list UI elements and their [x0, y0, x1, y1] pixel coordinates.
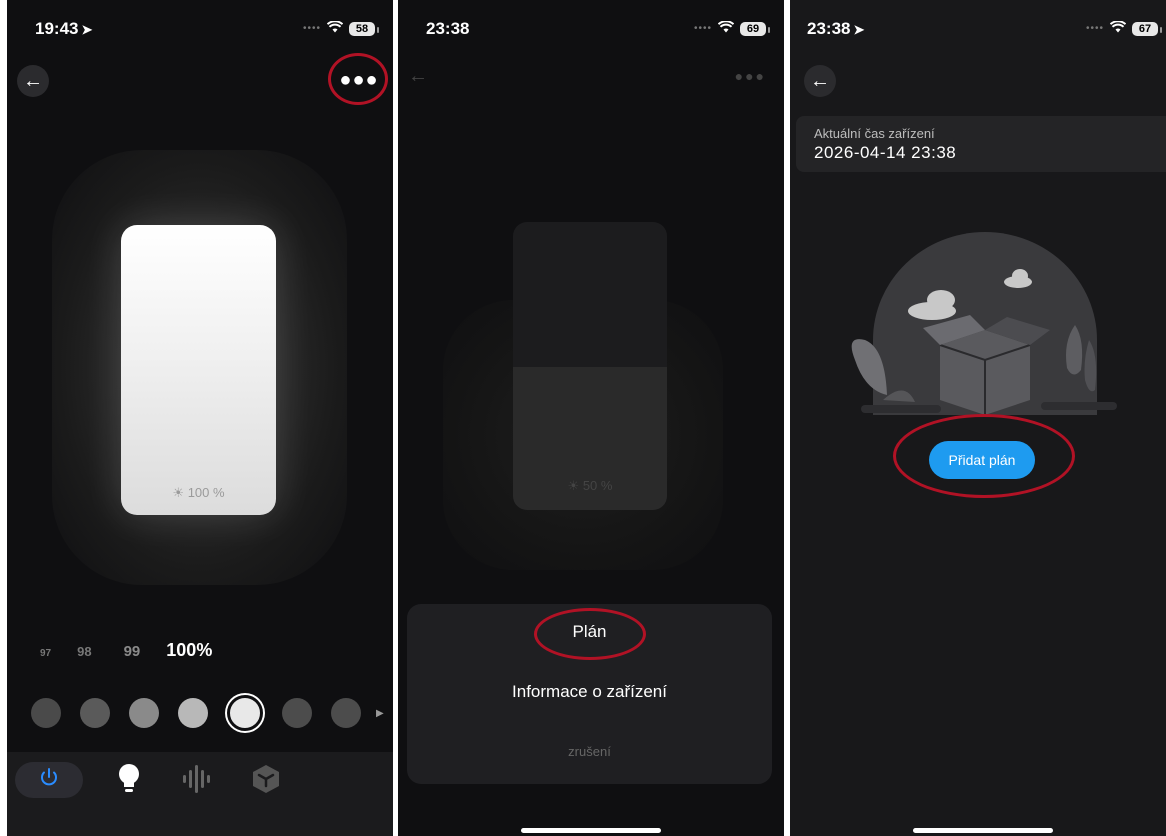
arrow-left-icon: ←: [810, 69, 830, 92]
tab-light[interactable]: [114, 763, 144, 796]
brightness-screen: 19:43 ➤ •••• 58 ← ●●● ☀ 100 % 97 98 99 10…: [7, 0, 393, 836]
wifi-icon: [1109, 20, 1127, 37]
location-icon: ➤: [81, 22, 93, 37]
sun-icon: ☀: [172, 485, 185, 500]
device-time-label: Aktuální čas zařízení: [814, 126, 935, 141]
empty-box-illustration: [851, 232, 1117, 415]
scale-value: 98: [77, 644, 92, 659]
scale-value: 99: [123, 643, 141, 660]
signal-icon: ••••: [1085, 23, 1104, 34]
cube-icon: [252, 764, 280, 799]
wifi-icon: [326, 20, 344, 37]
color-swatch[interactable]: [80, 698, 110, 728]
status-bar: 19:43 ➤ •••• 58: [7, 0, 393, 48]
battery-indicator: 69: [740, 21, 770, 36]
arrow-left-icon: ←: [23, 69, 43, 92]
status-time: 19:43 ➤: [35, 19, 93, 38]
action-sheet: Plán Informace o zařízení zrušení: [407, 604, 772, 784]
more-options-button[interactable]: ●●●: [339, 66, 379, 94]
light-bulb-icon: [117, 763, 141, 800]
cancel-button[interactable]: zrušení: [407, 744, 772, 759]
location-icon: ➤: [853, 22, 865, 37]
status-time: 23:38 ➤: [807, 19, 865, 38]
schedule-screen: 23:38 ➤ •••• 67 ← Aktuální čas zařízení 2…: [790, 0, 1166, 836]
menu-item-device-info[interactable]: Informace o zařízení: [407, 682, 772, 702]
color-swatch[interactable]: [331, 698, 361, 728]
arrow-left-icon: ←: [408, 65, 428, 87]
device-time-value: 2026-04-14 23:38: [814, 143, 957, 162]
chevron-right-icon[interactable]: ▶: [376, 708, 384, 719]
wifi-icon: [717, 20, 735, 37]
brightness-value: ☀ 100 %: [172, 485, 225, 500]
color-swatches: ▶: [31, 695, 384, 731]
tab-music[interactable]: [181, 764, 213, 798]
tab-power[interactable]: [15, 762, 83, 798]
sun-icon: ☀: [567, 478, 580, 493]
color-swatch[interactable]: [178, 698, 208, 728]
battery-indicator: 58: [349, 21, 379, 36]
color-swatch-selected[interactable]: [227, 695, 263, 731]
brightness-scale[interactable]: 97 98 99 100%: [40, 640, 212, 661]
home-indicator: [913, 828, 1053, 833]
brightness-value: ☀ 50 %: [567, 478, 613, 493]
color-swatch[interactable]: [129, 698, 159, 728]
back-button[interactable]: ←: [17, 65, 49, 97]
add-plan-button[interactable]: Přidat plán: [929, 441, 1035, 479]
status-time: 23:38: [426, 19, 470, 38]
status-bar: 23:38 •••• 69: [398, 0, 784, 48]
back-button[interactable]: ←: [804, 65, 836, 97]
ellipsis-icon: ●●●: [734, 68, 766, 84]
menu-item-plan[interactable]: Plán: [407, 622, 772, 642]
tab-scene[interactable]: [251, 764, 281, 799]
color-swatch[interactable]: [282, 698, 312, 728]
color-swatch[interactable]: [31, 698, 61, 728]
menu-screen: 23:38 •••• 69 ← ●●● ☀ 50 % Plán Informac…: [398, 0, 784, 836]
ellipsis-icon: ●●●: [339, 68, 379, 91]
brightness-slider[interactable]: ☀ 100 %: [121, 225, 276, 515]
signal-icon: ••••: [302, 23, 321, 34]
bottom-tab-bar: [7, 752, 393, 836]
brightness-slider: ☀ 50 %: [513, 222, 667, 510]
sound-wave-icon: [181, 764, 213, 798]
scale-value: 97: [40, 648, 52, 659]
battery-indicator: 67: [1132, 21, 1162, 36]
home-indicator: [521, 828, 661, 833]
signal-icon: ••••: [693, 23, 712, 34]
status-bar: 23:38 ➤ •••• 67: [790, 0, 1166, 48]
device-time-card: Aktuální čas zařízení 2026-04-14 23:38: [796, 116, 1166, 172]
power-icon: [38, 766, 60, 794]
scale-value-selected: 100%: [166, 640, 213, 660]
